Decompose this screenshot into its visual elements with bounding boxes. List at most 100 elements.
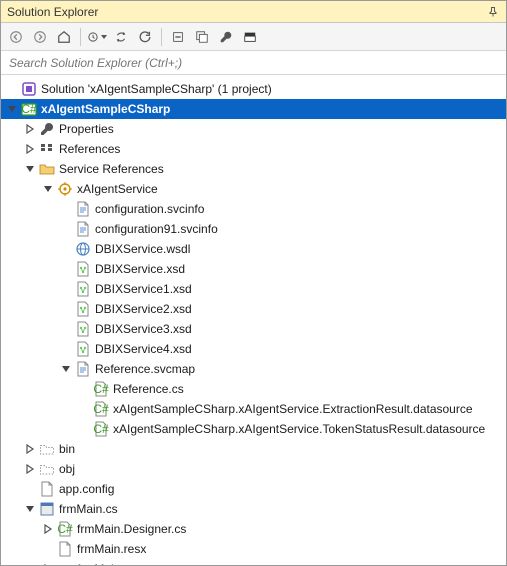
file-label: DBIXService.wsdl xyxy=(95,242,190,256)
svc-file-node[interactable]: DBIXService.wsdl xyxy=(1,239,506,259)
search-container xyxy=(1,51,506,75)
class-icon xyxy=(57,561,73,565)
service-label: xAIgentService xyxy=(77,182,158,196)
tree-view[interactable]: Solution 'xAIgentSampleCSharp' (1 projec… xyxy=(1,75,506,565)
csharp-file-icon xyxy=(93,381,109,397)
solution-node[interactable]: Solution 'xAIgentSampleCSharp' (1 projec… xyxy=(1,79,506,99)
references-label: References xyxy=(59,142,120,156)
service-node[interactable]: xAIgentService xyxy=(1,179,506,199)
expander-icon[interactable] xyxy=(5,82,19,96)
expander-closed-icon[interactable] xyxy=(41,562,55,565)
form-icon xyxy=(39,501,55,517)
properties-button[interactable] xyxy=(215,26,237,48)
file-label: xAIgentSampleCSharp.xAIgentService.Token… xyxy=(113,422,485,436)
svcmap-label: Reference.svcmap xyxy=(95,362,195,376)
panel-titlebar: Solution Explorer xyxy=(1,1,506,23)
nav-forward-button[interactable] xyxy=(29,26,51,48)
csharp-file-icon xyxy=(57,521,73,537)
appconfig-node[interactable]: app.config xyxy=(1,479,506,499)
svc-file-node[interactable]: DBIXService3.xsd xyxy=(1,319,506,339)
autohide-pin-icon[interactable] xyxy=(486,5,500,19)
file-label: xAIgentSampleCSharp.xAIgentService.Extra… xyxy=(113,402,473,416)
file-label: configuration.svcinfo xyxy=(95,202,204,216)
preview-selected-button[interactable] xyxy=(239,26,261,48)
frmmain-class-node[interactable]: frmMain xyxy=(1,559,506,565)
globe-icon xyxy=(75,241,91,257)
svc-file-node[interactable]: DBIXService2.xsd xyxy=(1,299,506,319)
file-label: DBIXService4.xsd xyxy=(95,342,192,356)
xsd-icon xyxy=(75,321,91,337)
wrench-icon xyxy=(39,121,55,137)
refmap-child-node[interactable]: Reference.cs xyxy=(1,379,506,399)
file-icon xyxy=(93,401,109,417)
refmap-child-node[interactable]: xAIgentSampleCSharp.xAIgentService.Extra… xyxy=(1,399,506,419)
expander-open-icon[interactable] xyxy=(59,362,73,376)
nav-back-button[interactable] xyxy=(5,26,27,48)
frmmain-designer-label: frmMain.Designer.cs xyxy=(77,522,186,536)
collapse-all-button[interactable] xyxy=(167,26,189,48)
references-icon xyxy=(39,141,55,157)
frmmain-designer-node[interactable]: frmMain.Designer.cs xyxy=(1,519,506,539)
file-label: DBIXService1.xsd xyxy=(95,282,192,296)
obj-node[interactable]: obj xyxy=(1,459,506,479)
frmmain-label: frmMain.cs xyxy=(59,502,118,516)
expander-closed-icon[interactable] xyxy=(23,122,37,136)
csproj-icon xyxy=(21,101,37,117)
refmap-child-node[interactable]: xAIgentSampleCSharp.xAIgentService.Token… xyxy=(1,419,506,439)
frmmain-resx-node[interactable]: frmMain.resx xyxy=(1,539,506,559)
expander-open-icon[interactable] xyxy=(23,162,37,176)
bin-node[interactable]: bin xyxy=(1,439,506,459)
history-dropdown-button[interactable] xyxy=(86,26,108,48)
search-input[interactable] xyxy=(1,51,506,74)
svcmap-node[interactable]: Reference.svcmap xyxy=(1,359,506,379)
refresh-button[interactable] xyxy=(134,26,156,48)
expander-closed-icon[interactable] xyxy=(41,522,55,536)
obj-label: obj xyxy=(59,462,75,476)
hidden-folder-icon xyxy=(39,461,55,477)
home-button[interactable] xyxy=(53,26,75,48)
file-label: configuration91.svcinfo xyxy=(95,222,218,236)
frmmain-class-label: frmMain xyxy=(77,562,120,565)
expander-open-icon[interactable] xyxy=(5,102,19,116)
resx-file-icon xyxy=(57,541,73,557)
file-icon xyxy=(75,201,91,217)
appconfig-label: app.config xyxy=(59,482,114,496)
expander-closed-icon[interactable] xyxy=(23,442,37,456)
toolbar-separator xyxy=(80,28,81,46)
solution-icon xyxy=(21,81,37,97)
service-references-node[interactable]: Service References xyxy=(1,159,506,179)
frmmain-node[interactable]: frmMain.cs xyxy=(1,499,506,519)
xsd-icon xyxy=(75,261,91,277)
bin-label: bin xyxy=(59,442,75,456)
svc-file-node[interactable]: DBIXService4.xsd xyxy=(1,339,506,359)
project-node[interactable]: xAIgentSampleCSharp xyxy=(1,99,506,119)
service-references-label: Service References xyxy=(59,162,164,176)
show-all-files-button[interactable] xyxy=(191,26,213,48)
properties-node[interactable]: Properties xyxy=(1,119,506,139)
hidden-folder-icon xyxy=(39,441,55,457)
panel-title: Solution Explorer xyxy=(7,5,98,19)
service-icon xyxy=(57,181,73,197)
file-label: DBIXService2.xsd xyxy=(95,302,192,316)
folder-icon xyxy=(39,161,55,177)
project-label: xAIgentSampleCSharp xyxy=(41,102,170,116)
file-label: Reference.cs xyxy=(113,382,184,396)
toolbar-separator xyxy=(161,28,162,46)
xsd-icon xyxy=(75,341,91,357)
svc-file-node[interactable]: configuration91.svcinfo xyxy=(1,219,506,239)
expander-closed-icon[interactable] xyxy=(23,142,37,156)
file-icon xyxy=(75,361,91,377)
svc-file-node[interactable]: DBIXService.xsd xyxy=(1,259,506,279)
svc-file-node[interactable]: DBIXService1.xsd xyxy=(1,279,506,299)
file-label: DBIXService.xsd xyxy=(95,262,185,276)
file-label: DBIXService3.xsd xyxy=(95,322,192,336)
expander-closed-icon[interactable] xyxy=(23,462,37,476)
xsd-icon xyxy=(75,281,91,297)
frmmain-resx-label: frmMain.resx xyxy=(77,542,146,556)
sync-active-button[interactable] xyxy=(110,26,132,48)
expander-open-icon[interactable] xyxy=(41,182,55,196)
references-node[interactable]: References xyxy=(1,139,506,159)
expander-open-icon[interactable] xyxy=(23,502,37,516)
svc-file-node[interactable]: configuration.svcinfo xyxy=(1,199,506,219)
xsd-icon xyxy=(75,301,91,317)
